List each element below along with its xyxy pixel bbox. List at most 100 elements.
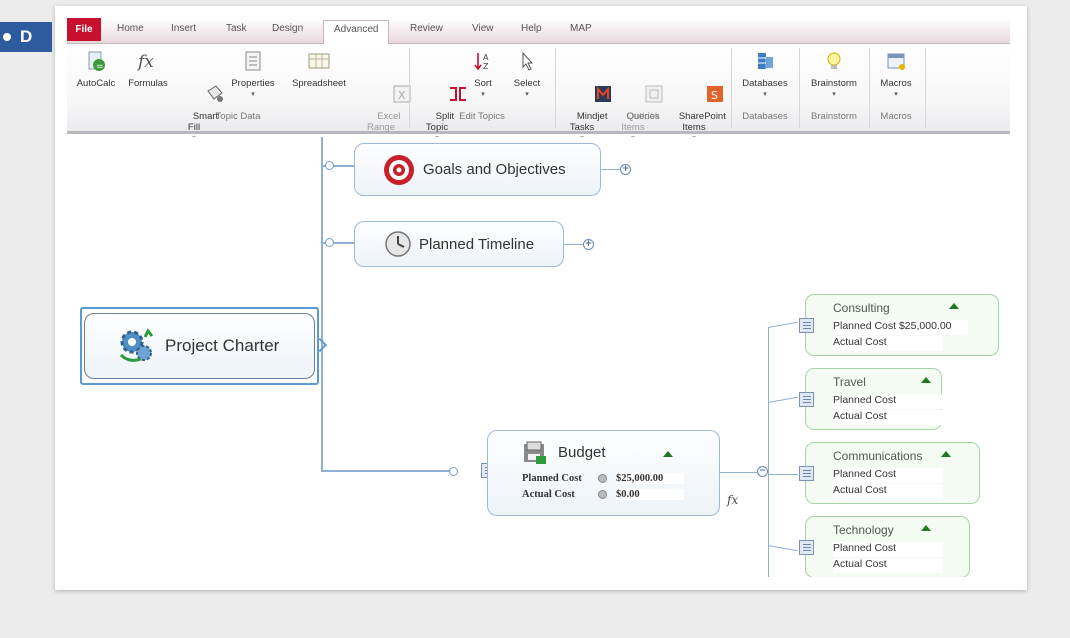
target-icon — [383, 154, 415, 186]
collapse-triangle-icon[interactable] — [941, 451, 951, 457]
select-button[interactable]: Select ▾ — [509, 50, 545, 100]
svg-text:Z: Z — [483, 62, 489, 71]
svg-text:X: X — [398, 89, 406, 102]
tab-review[interactable]: Review — [410, 23, 443, 34]
ribbon: = AutoCalc fx Formulas Smart Fill▾ Prope… — [67, 44, 1010, 142]
group-label-brainstorm: Brainstorm — [811, 111, 857, 122]
svg-text:A: A — [483, 53, 489, 62]
expand-button[interactable]: + — [583, 239, 594, 250]
sort-button[interactable]: AZ Sort ▾ — [467, 50, 499, 100]
outlook-items-icon — [622, 72, 663, 103]
topic-planned-timeline[interactable]: Planned Timeline — [354, 221, 564, 267]
group-separator — [409, 48, 410, 128]
table-icon — [799, 466, 814, 481]
budget-icon — [522, 440, 548, 470]
subtopic-label: Communications — [833, 449, 923, 463]
autocalc-button[interactable]: = AutoCalc — [73, 50, 119, 89]
central-topic-project-charter[interactable]: Project Charter — [84, 313, 315, 379]
connector-line — [767, 396, 798, 403]
collapse-triangle-icon[interactable] — [663, 451, 673, 457]
formulas-button[interactable]: fx Formulas — [125, 50, 171, 89]
macros-button[interactable]: Macros ▾ — [873, 50, 919, 100]
brainstorm-button[interactable]: Brainstorm ▾ — [803, 50, 865, 100]
connector-line — [321, 137, 323, 470]
subtopic-label: Technology — [833, 523, 894, 537]
properties-button[interactable]: Properties ▾ — [225, 50, 281, 100]
group-separator — [799, 48, 800, 128]
tab-insert[interactable]: Insert — [171, 23, 196, 34]
central-topic-label: Project Charter — [165, 336, 280, 355]
property-actual-cost: Actual Cost — [833, 410, 943, 425]
connector-line — [767, 321, 798, 328]
connector-node — [449, 467, 458, 476]
tab-design[interactable]: Design — [272, 23, 303, 34]
spreadsheet-button[interactable]: Spreadsheet — [287, 50, 351, 89]
property-planned-cost: Planned Cost — [833, 468, 943, 483]
collapse-button[interactable]: − — [757, 466, 768, 477]
property-planned-cost: Planned Cost — [833, 394, 943, 409]
expand-button[interactable]: + — [620, 164, 631, 175]
group-separator — [731, 48, 732, 128]
group-separator — [869, 48, 870, 128]
step-badge: D — [0, 22, 52, 52]
group-label-edit-topics: Edit Topics — [459, 111, 505, 122]
collapse-triangle-icon[interactable] — [921, 377, 931, 383]
connector-line — [720, 472, 758, 473]
macros-icon — [885, 50, 907, 72]
group-separator — [925, 48, 926, 128]
budget-property-value: $0.00 — [616, 489, 684, 500]
group-label-databases: Databases — [742, 111, 788, 122]
property-actual-cost: Actual Cost — [833, 558, 943, 573]
tab-file[interactable]: File — [67, 18, 101, 41]
collapse-triangle-icon[interactable] — [921, 525, 931, 531]
mindjet-tasks-icon — [571, 72, 612, 102]
subtopic-travel[interactable]: Travel Planned Cost Actual Cost — [805, 368, 943, 430]
gears-icon — [117, 327, 155, 365]
connector-line — [601, 169, 621, 170]
collapse-triangle-icon[interactable] — [949, 303, 959, 309]
group-label-topic-data: Topic Data — [215, 111, 261, 122]
subtopic-technology[interactable]: Technology Planned Cost Actual Cost — [805, 516, 970, 577]
sort-icon: AZ — [472, 50, 494, 72]
tab-map[interactable]: MAP — [570, 23, 592, 34]
databases-icon — [754, 50, 776, 72]
subtopic-communications[interactable]: Communications Planned Cost Actual Cost — [805, 442, 980, 504]
databases-button[interactable]: Databases ▾ — [735, 50, 795, 100]
topic-goals-and-objectives[interactable]: Goals and Objectives — [354, 143, 601, 196]
topic-label: Budget — [558, 444, 606, 461]
excel-range-button[interactable]: X Excel Range — [359, 50, 411, 144]
table-icon — [799, 540, 814, 555]
group-label-macros: Macros — [880, 111, 912, 122]
map-canvas[interactable]: Goals and Objectives + Planned Timeline … — [67, 137, 1010, 577]
svg-text:S: S — [711, 89, 718, 102]
connector-line — [768, 327, 769, 577]
budget-property-label: Planned Cost — [522, 473, 582, 484]
property-actual-cost: Actual Cost — [833, 336, 943, 351]
group-separator — [555, 48, 556, 128]
property-icon — [598, 474, 607, 483]
formula-icon: fx — [727, 493, 739, 507]
subtopic-label: Travel — [833, 375, 866, 389]
table-icon — [799, 392, 814, 407]
clock-icon — [385, 231, 411, 257]
property-value: $25,000.00 — [898, 320, 952, 332]
table-icon — [799, 318, 814, 333]
budget-property-value: $25,000.00 — [616, 473, 684, 484]
tab-help[interactable]: Help — [521, 23, 542, 34]
tab-home[interactable]: Home — [117, 23, 144, 34]
tab-task[interactable]: Task — [226, 23, 247, 34]
connector-line — [321, 470, 453, 472]
tab-advanced[interactable]: Advanced — [323, 20, 390, 44]
sharepoint-items-icon: S — [683, 72, 724, 102]
properties-icon — [242, 50, 264, 72]
topic-budget[interactable]: Budget Planned Cost $25,000.00 Actual Co… — [487, 430, 720, 516]
fx-icon: fx — [136, 50, 159, 72]
excel-range-icon: X — [370, 72, 411, 103]
subtopic-consulting[interactable]: Consulting Planned Cost $25,000.00 Actua… — [805, 294, 999, 356]
autocalc-icon: = — [85, 50, 107, 72]
topic-label: Planned Timeline — [419, 235, 535, 253]
tab-view[interactable]: View — [472, 23, 494, 34]
connector-line — [564, 244, 584, 245]
property-planned-cost: Planned Cost — [833, 542, 943, 557]
smart-fill-icon — [183, 72, 224, 102]
